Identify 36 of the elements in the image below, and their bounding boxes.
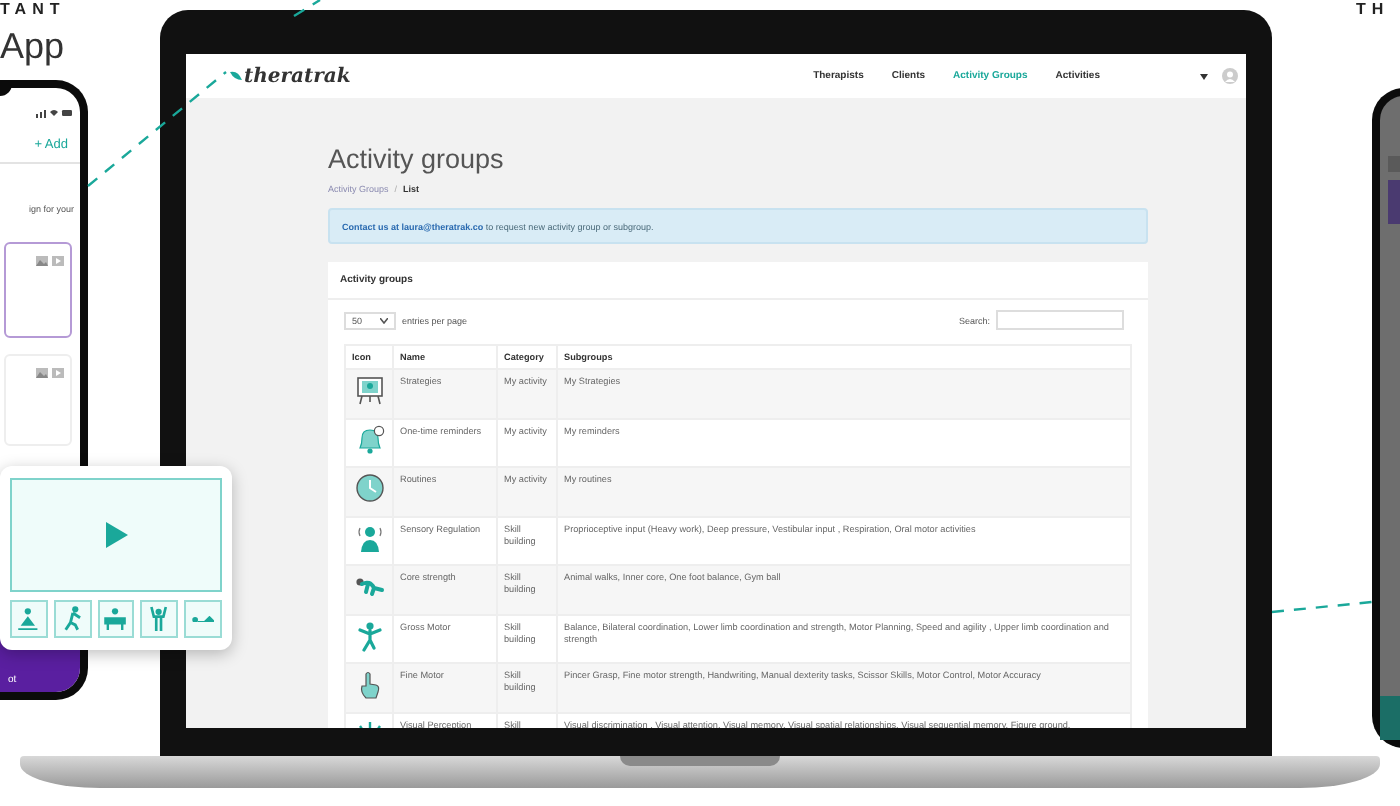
video-player[interactable] [10, 478, 222, 592]
activity-card[interactable] [4, 242, 72, 338]
figure-icon [104, 607, 127, 631]
person-icon [354, 521, 386, 553]
figure-icon [18, 607, 39, 631]
thumbnail-button[interactable] [53, 600, 92, 638]
clock-icon [354, 472, 386, 504]
figure-icon [150, 605, 169, 633]
thumbnail-button[interactable] [184, 600, 222, 638]
caret-icon[interactable] [1200, 73, 1208, 79]
title-text: App [0, 26, 65, 66]
search-field[interactable] [996, 310, 1124, 330]
play-icon [52, 368, 64, 378]
thumbnail-button[interactable] [140, 600, 179, 638]
dashed-line [87, 71, 227, 187]
figure-icon [63, 606, 82, 632]
user-icon[interactable] [1222, 68, 1238, 84]
image-icon [36, 368, 48, 378]
caption-text: TANT [0, 0, 66, 18]
leaf-icon [230, 70, 242, 82]
thumbnail-button[interactable] [97, 600, 135, 638]
caption-text: TH [1356, 0, 1390, 18]
dashed-line [1271, 600, 1373, 614]
thumbnail-button[interactable] [10, 600, 48, 638]
image-icon [36, 256, 48, 266]
chevron-icon [380, 317, 388, 323]
play-icon[interactable] [105, 522, 127, 548]
jumping-figure-icon [354, 619, 386, 651]
dashed-line [293, 0, 321, 18]
figure-icon [191, 615, 215, 623]
page-title: Activity groups [328, 146, 506, 174]
logo-text: theratrak [244, 65, 351, 87]
status-bar-drawing [36, 108, 72, 118]
bell-icon [354, 423, 386, 455]
play-icon [52, 256, 64, 266]
easel-icon [354, 374, 386, 406]
